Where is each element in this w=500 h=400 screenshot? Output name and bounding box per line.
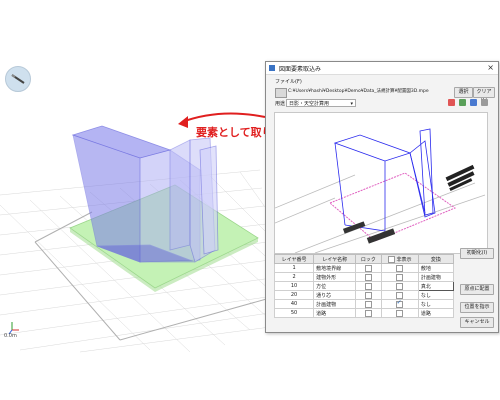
lock-cell [355,308,382,318]
tool-grey-icon[interactable] [481,99,488,106]
lock-checkbox[interactable] [364,300,372,308]
file-path: C:¥Users¥hashi¥Desktop¥Demo¥Data_法規計算¥配置… [288,88,450,96]
dialog-titlebar[interactable]: 図面要素取込み × [266,62,498,75]
layer-name: 道路 [313,308,357,318]
lock-checkbox[interactable] [364,309,372,317]
place-at-origin-button[interactable]: 原点に配置 [460,284,494,295]
col-lock[interactable]: ロック [355,254,382,264]
purpose-select[interactable]: 日影・天空計算用 ▾ [286,99,356,107]
hidden-all-checkbox[interactable] [387,255,395,263]
hidden-checkbox[interactable] [396,291,404,299]
clear-button[interactable]: クリア(L) [473,87,495,104]
layer-no: 10 [273,281,315,291]
scale-label: 0.0m [4,333,17,339]
lock-checkbox[interactable] [364,282,372,290]
hidden-cell [380,281,419,291]
convert-cell-selected[interactable]: 真北 [417,281,455,291]
lock-cell [355,281,382,291]
layer-name: 計画建物 [313,299,357,309]
import-dialog: 図面要素取込み × ファイル(F) C:¥Users¥hashi¥Desktop… [265,61,499,333]
table-row[interactable]: 2 建物外形 計画建物 [273,272,455,282]
table-header: レイヤ番号 レイヤ名称 ロック 非表示 変換 [273,254,455,264]
select-button[interactable]: 選択 [454,87,473,98]
lock-checkbox[interactable] [364,273,372,281]
purpose-label: 用途 [275,101,286,107]
preview-canvas [275,128,486,253]
capture-arrow [181,112,266,123]
tool-red-icon[interactable] [448,99,455,106]
chevron-down-icon: ▾ [350,101,353,107]
hidden-cell [380,308,419,318]
purpose-value: 日影・天空計算用 [289,101,330,107]
drawing-preview[interactable] [274,112,488,254]
hidden-checkbox[interactable] [396,264,404,272]
col-convert[interactable]: 変換 [417,254,455,264]
dialog-title: 図面要素取込み [279,66,322,73]
app-icon [269,65,275,71]
table-row[interactable]: 20 通り芯 なし [273,290,455,300]
wand-icon [11,74,25,84]
lock-cell [355,263,382,273]
hidden-cell [380,299,419,309]
layer-no: 20 [273,290,315,300]
table-row[interactable]: 1 敷地境界線 敷地 [273,263,455,273]
hidden-checkbox[interactable] [396,282,404,290]
layer-table: レイヤ番号 レイヤ名称 ロック 非表示 変換 1 敷地境界線 敷地 2 建物外形… [273,254,455,318]
hidden-cell [380,263,419,273]
table-row[interactable]: 40 計画建物 なし [273,299,455,309]
layer-no: 2 [273,272,315,282]
hidden-checkbox[interactable] [396,309,404,317]
convert-cell[interactable]: 計画建物 [417,272,455,282]
cancel-button[interactable]: キャンセル [460,317,494,328]
layer-name: 方位 [313,281,357,291]
col-hidden-label: 非表示 [396,256,412,263]
convert-cell[interactable]: なし [417,299,455,309]
col-layer-no[interactable]: レイヤ番号 [273,254,315,264]
tool-green-icon[interactable] [459,99,466,106]
col-layer-name[interactable]: レイヤ名称 [313,254,357,264]
navigation-tool-button[interactable] [5,66,31,92]
hidden-checkbox[interactable] [396,273,404,281]
close-icon[interactable]: × [487,63,494,72]
lock-checkbox[interactable] [364,264,372,272]
hidden-cell [380,272,419,282]
lock-cell [355,299,382,309]
file-icon [275,88,287,98]
layer-name: 敷地境界線 [313,263,357,273]
tool-blue-icon[interactable] [470,99,477,106]
table-row[interactable]: 10 方位 真北 [273,281,455,291]
layer-no: 50 [273,308,315,318]
lock-checkbox[interactable] [364,291,372,299]
layer-name: 通り芯 [313,290,357,300]
convert-cell[interactable]: 道路 [417,308,455,318]
layer-no: 40 [273,299,315,309]
convert-cell[interactable]: 敷地 [417,263,455,273]
hidden-checkbox-checked[interactable] [396,299,404,308]
layer-name: 建物外形 [313,272,357,282]
layer-no: 1 [273,263,315,273]
col-hidden[interactable]: 非表示 [380,254,419,264]
file-label: ファイル(F) [275,79,302,85]
lock-cell [355,290,382,300]
convert-cell[interactable]: なし [417,290,455,300]
initialize-button[interactable]: 初期化(I) [460,248,494,259]
specify-position-button[interactable]: 位置を指示 [460,302,494,313]
table-row[interactable]: 50 道路 道路 [273,308,455,318]
lock-cell [355,272,382,282]
